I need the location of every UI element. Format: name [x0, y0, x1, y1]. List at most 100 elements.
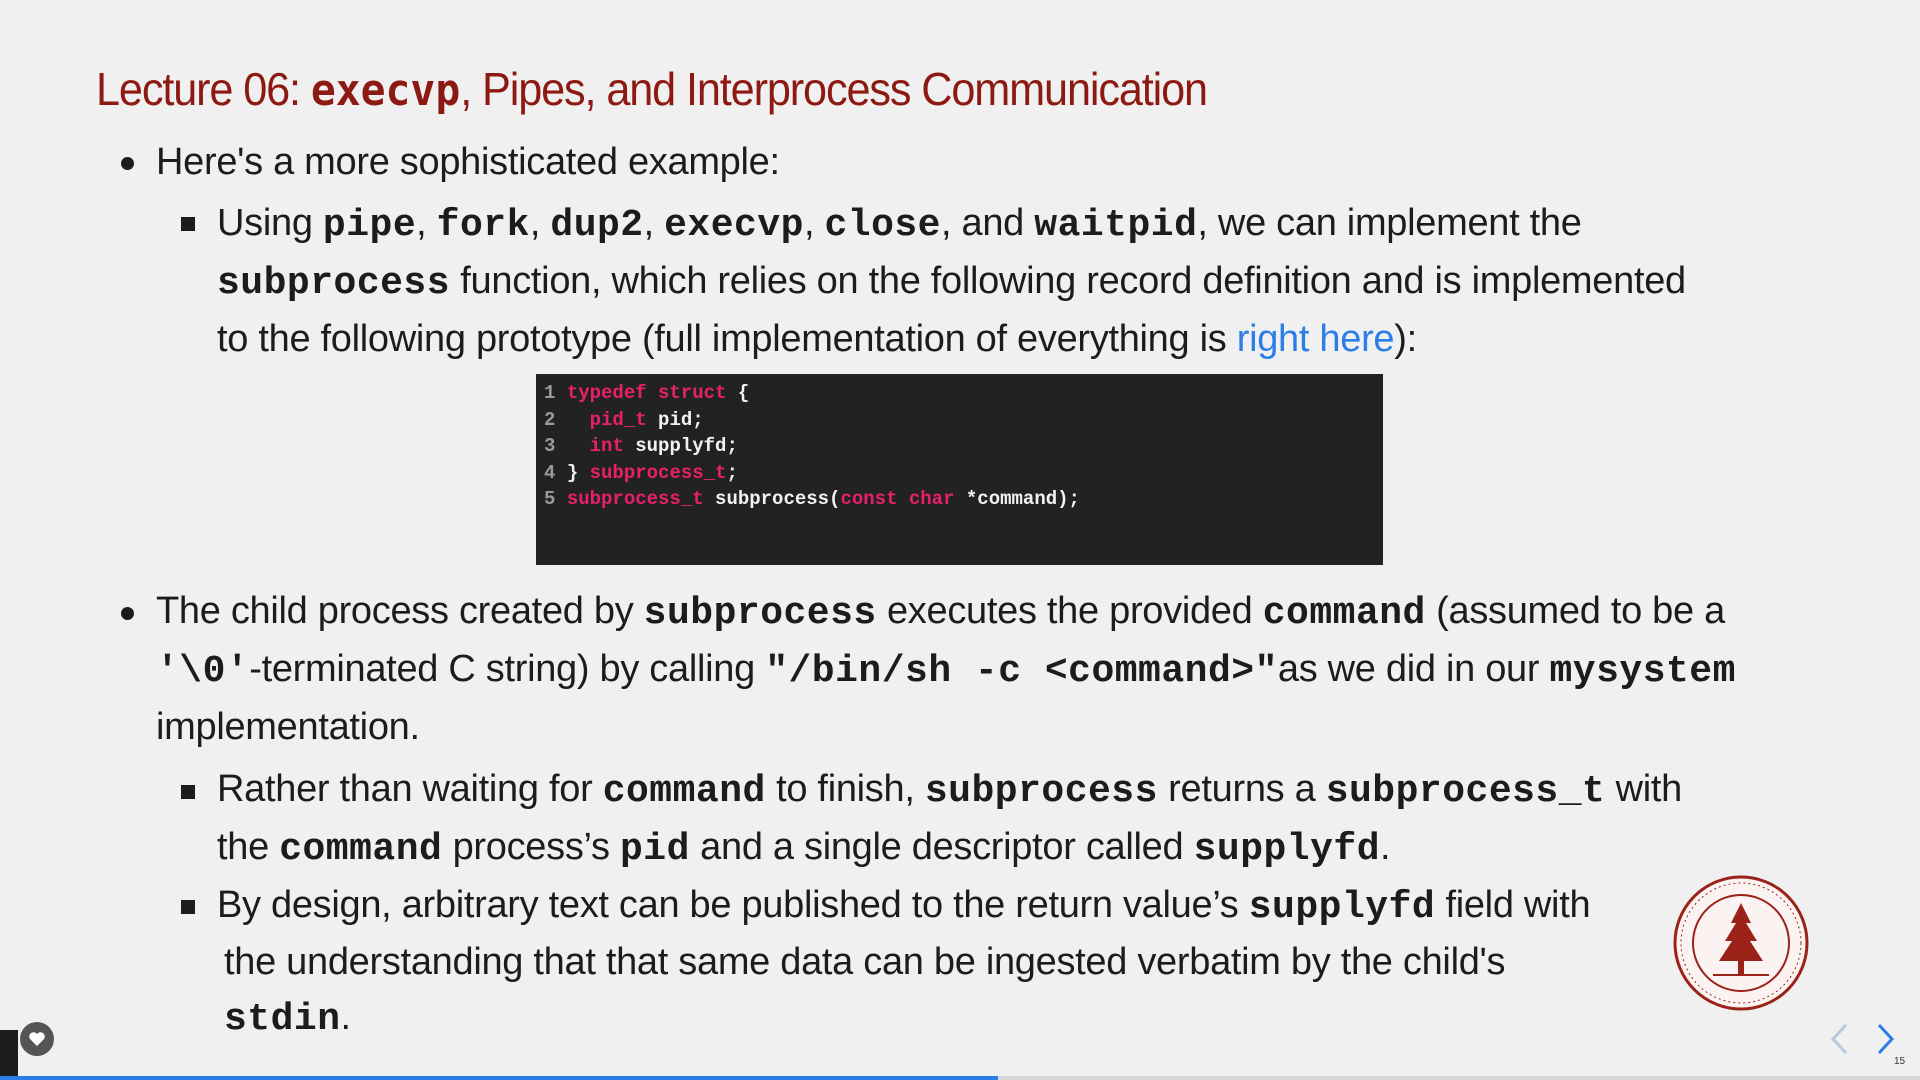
text-run: -terminated C string) by calling — [249, 648, 766, 690]
sub-bullet-line: the understanding that that same data ca… — [224, 940, 1506, 984]
inline-code: subprocess_t — [1325, 770, 1606, 813]
slide-number: 15 — [1894, 1056, 1906, 1067]
code-line: 4 } subprocess_t; — [544, 462, 738, 484]
text-run: and a single descriptor called — [689, 826, 1194, 868]
text-run: field with — [1435, 884, 1591, 926]
code-line: 1 typedef struct { — [544, 382, 749, 404]
code-text: pid; — [646, 408, 704, 431]
inline-code: subprocess — [643, 592, 877, 635]
inline-code: fork — [436, 204, 530, 247]
text-run: with — [1605, 768, 1683, 810]
line-number: 5 — [544, 488, 567, 510]
sub-bullet-line: the command process’s pid and a single d… — [217, 825, 1391, 872]
chevron-left-icon — [1830, 1023, 1848, 1055]
inline-code: command — [279, 828, 443, 871]
text-run: . — [1380, 826, 1391, 868]
heart-icon — [29, 1032, 45, 1046]
text-run: , we can implement the — [1197, 202, 1582, 244]
inline-code: subprocess — [924, 770, 1158, 813]
code-keyword: int — [589, 435, 624, 457]
text-run: (assumed to be a — [1425, 590, 1725, 632]
inline-code: pipe — [322, 204, 417, 247]
previous-slide-button[interactable] — [1828, 1022, 1850, 1061]
text-run: the understanding that that same data ca… — [224, 941, 1506, 983]
code-text: { — [726, 382, 750, 404]
code-line: 3 int supplyfd; — [544, 435, 738, 457]
right-here-link[interactable]: right here — [1237, 318, 1395, 360]
favorite-button[interactable] — [20, 1022, 54, 1056]
inline-code: waitpid — [1034, 204, 1198, 247]
inline-code: dup2 — [550, 204, 644, 247]
text-run: implementation. — [156, 706, 420, 748]
sub-bullet-line: Using pipe, fork, dup2, execvp, close, a… — [217, 201, 1582, 248]
code-text: subprocess( — [703, 488, 841, 510]
sub-bullet-line: stdin. — [224, 995, 351, 1042]
text-run: . — [340, 996, 352, 1038]
slide-progress-bar — [0, 1076, 1920, 1080]
bullet-line: The child process created by subprocess … — [156, 589, 1725, 636]
inline-code: '\0' — [156, 650, 250, 693]
line-number: 4 — [544, 461, 567, 484]
inline-code: command — [602, 770, 766, 813]
text-run: , — [416, 202, 437, 244]
inline-code: stdin — [224, 998, 341, 1041]
text-run: as we did in our — [1277, 648, 1550, 690]
text-run: to the following prototype (full impleme… — [217, 318, 1237, 360]
inline-code: pid — [619, 828, 690, 871]
text-run: to finish, — [765, 768, 925, 810]
bullet-text: Here's a more sophisticated example: — [156, 141, 780, 183]
inline-code: execvp — [664, 204, 804, 247]
stanford-seal-logo — [1673, 875, 1809, 1011]
code-text: supplyfd; — [623, 435, 738, 457]
code-line: 2 pid_t pid; — [544, 409, 704, 431]
text-run: , and — [941, 202, 1035, 244]
inline-code: mysystem — [1549, 650, 1736, 693]
sub-bullet-line: subprocess function, which relies on the… — [217, 259, 1686, 306]
code-keyword: pid_t — [589, 408, 647, 431]
line-number: 1 — [544, 382, 567, 404]
code-keyword: subprocess_t — [566, 488, 704, 510]
sub-bullet-line: to the following prototype (full impleme… — [217, 317, 1417, 361]
text-run: The child process created by — [156, 590, 644, 632]
inline-code: subprocess — [217, 262, 451, 305]
bullet-line: implementation. — [156, 705, 420, 749]
bullet-dot — [121, 157, 134, 170]
text-run: , — [529, 202, 551, 244]
sub-bullet-square — [181, 900, 195, 914]
text-run: returns a — [1157, 768, 1326, 810]
text-run: function, which relies on the following … — [450, 260, 1686, 302]
code-text: } — [566, 461, 590, 484]
text-run: Using — [217, 202, 323, 244]
text-run: ): — [1394, 318, 1417, 360]
text-run: Rather than waiting for — [217, 768, 603, 810]
inline-code: command — [1262, 592, 1426, 635]
inline-code: close — [824, 204, 941, 247]
text-run: executes the provided — [876, 590, 1263, 632]
code-text: *command); — [954, 488, 1080, 510]
text-run: By design, arbitrary text can be publish… — [217, 884, 1249, 926]
code-keyword: subprocess_t — [589, 461, 727, 484]
left-edge-bar — [0, 1030, 18, 1080]
sub-bullet-square — [181, 785, 195, 799]
slide-progress-fill — [0, 1076, 999, 1080]
sub-bullet-line: Rather than waiting for command to finis… — [217, 767, 1682, 814]
sub-bullet-line: By design, arbitrary text can be publish… — [217, 883, 1591, 930]
code-block: 1 typedef struct { 2 pid_t pid; 3 int supp… — [536, 374, 1383, 565]
line-number: 2 — [544, 408, 567, 431]
slide-title: Lecture 06: execvp, Pipes, and Interproc… — [96, 63, 1208, 116]
bullet-dot — [121, 607, 134, 620]
inline-code: supplyfd — [1193, 828, 1381, 871]
code-text: ; — [726, 461, 738, 484]
text-run: , — [643, 202, 665, 244]
chevron-right-icon — [1877, 1023, 1895, 1055]
line-number: 3 — [544, 435, 567, 457]
inline-code: "/bin/sh -c <command>" — [765, 650, 1278, 693]
sub-bullet-square — [181, 217, 195, 231]
text-run: , — [803, 202, 825, 244]
code-keyword: const char — [840, 488, 955, 510]
code-line: 5 subprocess_t subprocess(const char *co… — [544, 488, 1080, 510]
inline-code: supplyfd — [1248, 886, 1436, 929]
text-run: the — [217, 826, 280, 868]
